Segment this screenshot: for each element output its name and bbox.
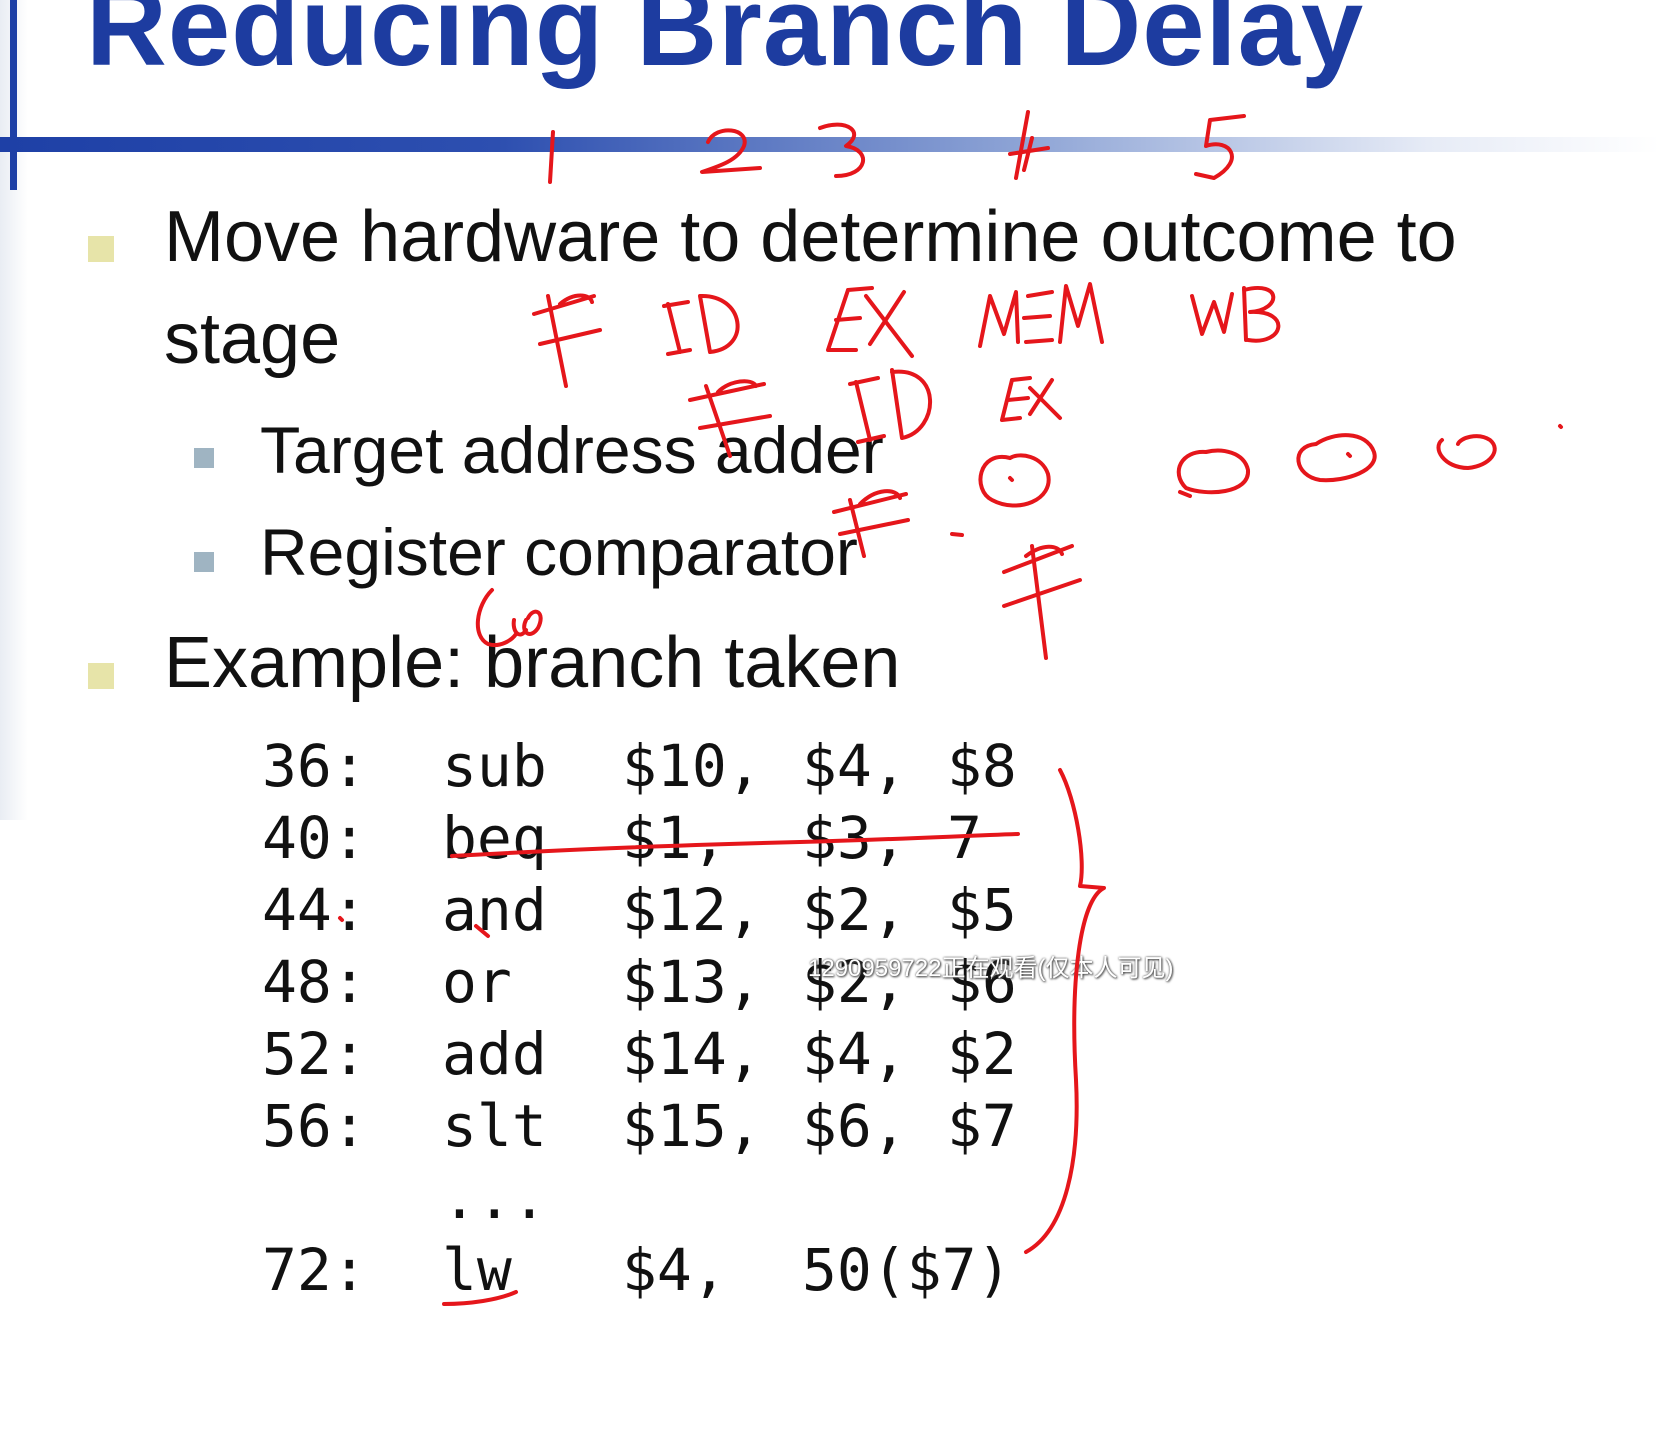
sub-bullet-text: Target address adder: [260, 413, 884, 487]
bullet-text-line1: Move hardware to determine outcome to: [164, 197, 1457, 277]
code-operand: $2: [947, 1020, 1017, 1088]
code-line: 56: slt $15, $6, $7: [262, 1090, 1067, 1162]
sub-bullet-text: Register comparator: [260, 515, 858, 589]
pipeline-wb-1: [1190, 286, 1281, 343]
left-vertical-rule: [10, 0, 17, 190]
code-operand: $4,: [802, 732, 907, 800]
stall-dash: [950, 532, 964, 537]
code-opcode: slt: [442, 1092, 547, 1160]
code-operand: $8: [947, 732, 1017, 800]
bullet-square-icon: [88, 663, 114, 689]
code-address: 48:: [262, 948, 367, 1016]
code-address: 36:: [262, 732, 367, 800]
code-ellipsis: ...: [442, 1164, 547, 1232]
code-operand: $7: [947, 1092, 1017, 1160]
code-operand: $4,: [802, 1020, 907, 1088]
code-opcode: or: [442, 948, 512, 1016]
bullet-text-line2: stage: [164, 299, 341, 379]
code-operand: 50($7): [802, 1236, 1012, 1304]
pipeline-id-1: [662, 293, 740, 356]
code-operand: $2,: [802, 876, 907, 944]
slide: Reducing Branch Delay Move hardware to d…: [0, 0, 1660, 1445]
code-operand: $12,: [622, 876, 762, 944]
title-underline-bar: [0, 137, 1660, 152]
bullet-square-icon: [88, 236, 114, 262]
code-operand: $14,: [622, 1020, 762, 1088]
code-address: 52:: [262, 1020, 367, 1088]
code-address: 72:: [262, 1236, 367, 1304]
code-address: 40:: [262, 804, 367, 872]
sub-bullet-square-icon: [194, 448, 214, 468]
viewer-watermark: 1290959722正在观看(仅本人可见): [808, 955, 1174, 982]
code-opcode: sub: [442, 732, 547, 800]
code-address: 44:: [262, 876, 367, 944]
code-line: 52: add $14, $4, $2: [262, 1018, 1067, 1090]
bubble-4: [1436, 434, 1497, 470]
bubble-3: [1296, 433, 1377, 483]
bubble-2: [1176, 448, 1250, 498]
sub-bullet-square-icon: [194, 552, 214, 572]
pipeline-if-1: [532, 293, 602, 388]
code-opcode: add: [442, 1020, 547, 1088]
slide-title: Reducing Branch Delay: [86, 0, 1365, 89]
code-line: 44: and $12, $2, $5: [262, 874, 1067, 946]
code-operand: 7: [947, 804, 982, 872]
code-operand: $3,: [802, 804, 907, 872]
bubble-1: [978, 453, 1051, 508]
code-opcode: and: [442, 876, 547, 944]
code-opcode: lw: [442, 1236, 512, 1304]
code-line: 40: beq $1, $3, 7: [262, 802, 1067, 874]
code-operand: $10,: [622, 732, 762, 800]
pipeline-ex-2: [1000, 376, 1062, 422]
code-operand: $6,: [802, 1092, 907, 1160]
code-line-ellipsis: ...: [262, 1162, 1067, 1234]
dot-mark: [1558, 424, 1563, 429]
code-operand: $5: [947, 876, 1017, 944]
pipeline-ex-1: [826, 286, 914, 358]
code-operand: $15,: [622, 1092, 762, 1160]
code-opcode: beq: [442, 804, 547, 872]
pipeline-mem-1: [978, 282, 1104, 348]
example-heading: Example: branch taken: [164, 623, 901, 703]
code-operand: $13,: [622, 948, 762, 1016]
code-listing: 36: sub $10, $4, $8 40: beq $1, $3, 7 44: and $12,…: [262, 730, 1067, 1306]
code-operand: $1,: [622, 804, 727, 872]
code-line: 72: lw $4, 50($7): [262, 1234, 1067, 1306]
code-line: 36: sub $10, $4, $8: [262, 730, 1067, 802]
pipeline-if-4: [1002, 544, 1082, 660]
code-address: 56:: [262, 1092, 367, 1160]
code-operand: $4,: [622, 1236, 727, 1304]
